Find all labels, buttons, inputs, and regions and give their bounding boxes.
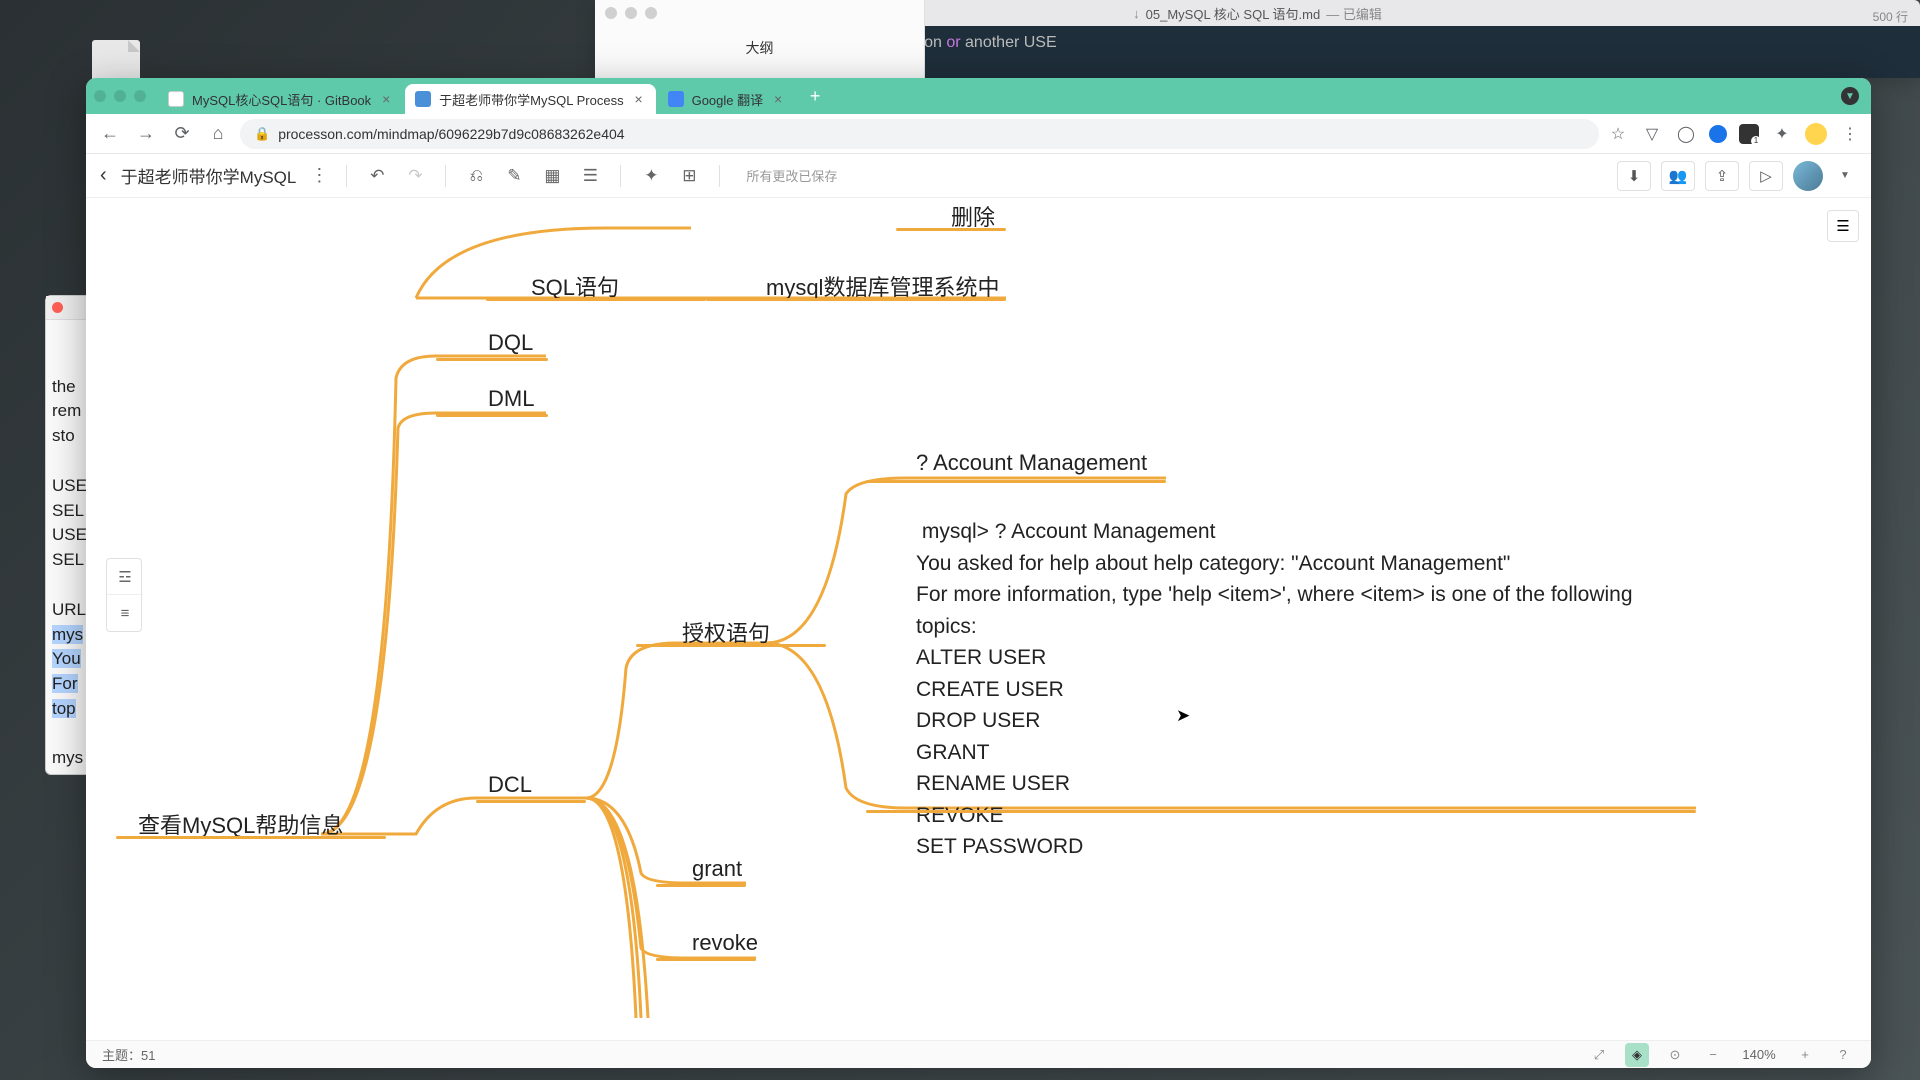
back-button[interactable]: ← (96, 120, 124, 148)
node-revoke[interactable]: revoke (692, 930, 758, 956)
profile-avatar[interactable] (1805, 123, 1827, 145)
layers-icon[interactable]: ◈ (1625, 1043, 1649, 1067)
download-button[interactable]: ⬇ (1617, 161, 1651, 191)
url-input[interactable]: 🔒 processon.com/mindmap/6096229b7d9c0868… (240, 119, 1599, 149)
window-close[interactable] (94, 90, 106, 102)
node-grant[interactable]: grant (692, 856, 742, 882)
bookmark-icon[interactable]: ☆ (1607, 123, 1629, 145)
forward-button[interactable]: → (132, 120, 160, 148)
locate-icon[interactable]: ⊙ (1663, 1043, 1687, 1067)
mindmap-canvas[interactable]: ☰ ☲ ≡ 删除 SQL语句 mysql数据库管理系统中 (86, 198, 1871, 1040)
brush-icon[interactable]: ✎ (502, 164, 526, 188)
outline-title: 大纲 (595, 26, 924, 70)
editor-line-indicator: 500 行 (1873, 8, 1908, 25)
home-button[interactable]: ⌂ (204, 120, 232, 148)
google-translate-icon (668, 91, 684, 107)
browser-window: MySQL核心SQL语句 · GitBook × 于超老师带你学MySQL Pr… (86, 78, 1871, 1068)
node-dcl[interactable]: DCL (488, 772, 532, 798)
menu-dots-icon[interactable]: ⋮ (1839, 123, 1861, 145)
save-status: 所有更改已保存 (746, 166, 837, 185)
redo-button[interactable]: ↷ (403, 164, 427, 188)
tab-gitbook[interactable]: MySQL核心SQL语句 · GitBook × (158, 84, 403, 114)
close-icon[interactable]: × (771, 92, 785, 106)
tab-google-translate[interactable]: Google 翻译 × (658, 84, 796, 114)
zoom-in-button[interactable]: + (1793, 1043, 1817, 1067)
processon-icon (415, 91, 431, 107)
node-dql[interactable]: DQL (488, 330, 533, 356)
window-maximize[interactable] (134, 90, 146, 102)
extension-icon-1[interactable] (1709, 125, 1727, 143)
share-button[interactable]: ⇪ (1705, 161, 1739, 191)
tab-search-button[interactable]: ▼ (1841, 87, 1859, 105)
reader-icon[interactable]: ▽ (1641, 123, 1663, 145)
zoom-level: 140% (1739, 1047, 1779, 1062)
topic-count-label: 主题：51 (102, 1045, 155, 1064)
status-bar: 主题：51 ⤢ ◈ ⊙ − 140% + ? (86, 1040, 1871, 1068)
zoom-out-button[interactable]: − (1701, 1043, 1725, 1067)
format-paint-icon[interactable]: ⎌ (464, 164, 488, 188)
lock-icon: 🔒 (254, 126, 270, 142)
cursor-pointer: ➤ (1176, 706, 1190, 726)
more-menu-icon[interactable]: ⋮ (310, 165, 328, 186)
extension-icon-2[interactable] (1739, 124, 1759, 144)
present-button[interactable]: ▷ (1749, 161, 1783, 191)
document-title[interactable]: 于超老师带你学MySQL (121, 163, 297, 188)
dropdown-icon[interactable]: ▼ (1833, 164, 1857, 188)
app-toolbar: ‹ 于超老师带你学MySQL ⋮ ↶ ↷ ⎌ ✎ ▦ ☰ ✦ ⊞ 所有更改已保存… (86, 154, 1871, 198)
tab-processon[interactable]: 于超老师带你学MySQL Process × (405, 84, 655, 114)
user-avatar[interactable] (1793, 161, 1823, 191)
outline-panel: 大纲 (595, 0, 925, 78)
app-back-button[interactable]: ‹ (100, 164, 107, 187)
close-icon[interactable]: × (632, 92, 646, 106)
extensions-puzzle-icon[interactable]: ✦ (1771, 123, 1793, 145)
node-dml[interactable]: DML (488, 386, 534, 412)
close-icon[interactable]: × (379, 92, 393, 106)
star-icon[interactable]: ✦ (639, 164, 663, 188)
collab-button[interactable]: 👥 (1661, 161, 1695, 191)
gitbook-icon (168, 91, 184, 107)
grid-icon[interactable]: ⊞ (677, 164, 701, 188)
tab-strip: MySQL核心SQL语句 · GitBook × 于超老师带你学MySQL Pr… (86, 78, 1871, 114)
new-tab-button[interactable]: + (803, 84, 827, 108)
address-bar: ← → ⟳ ⌂ 🔒 processon.com/mindmap/6096229b… (86, 114, 1871, 154)
editor-title: ↓ 05_MySQL 核心 SQL 语句.md — 已编辑 (1133, 4, 1382, 23)
fullscreen-icon[interactable]: ⤢ (1587, 1043, 1611, 1067)
reload-button[interactable]: ⟳ (168, 120, 196, 148)
undo-button[interactable]: ↶ (365, 164, 389, 188)
circle-icon[interactable]: ◯ (1675, 123, 1697, 145)
align-icon[interactable]: ☰ (578, 164, 602, 188)
window-minimize[interactable] (114, 90, 126, 102)
layout-icon[interactable]: ▦ (540, 164, 564, 188)
help-icon[interactable]: ? (1831, 1043, 1855, 1067)
node-account-mgmt[interactable]: ? Account Management (916, 450, 1147, 476)
